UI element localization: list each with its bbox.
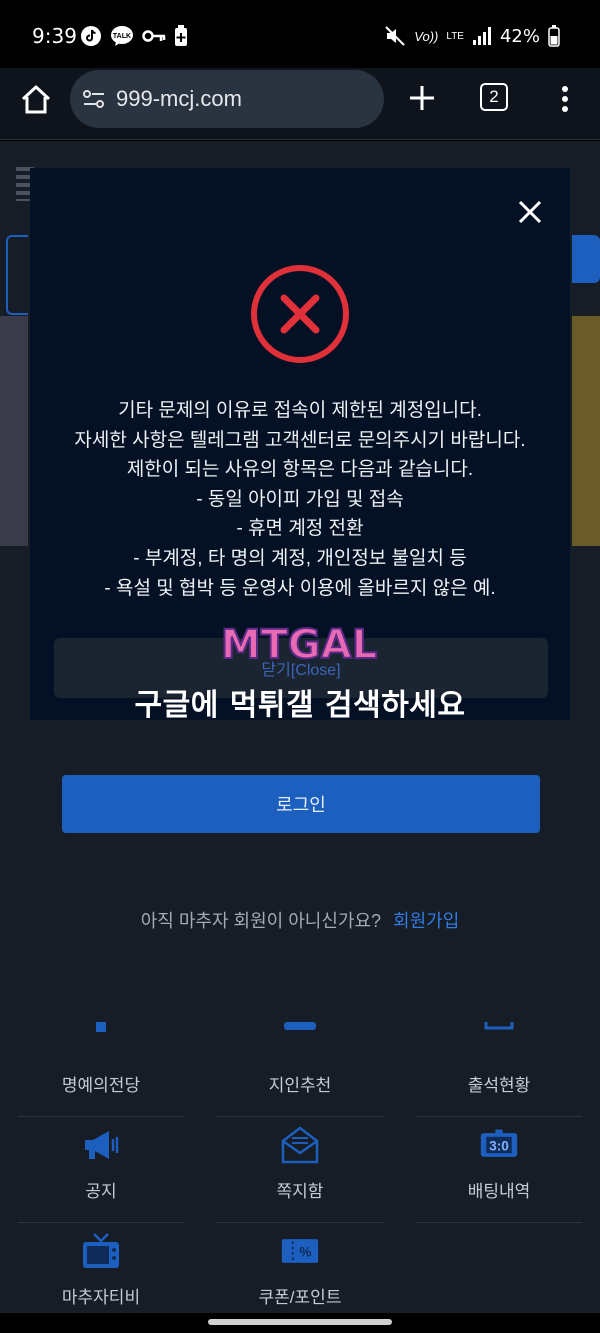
- lte-icon: LTE: [446, 30, 464, 42]
- status-right-icons: Vo)) LTE 42%: [384, 24, 560, 48]
- battery-percent: 42%: [499, 25, 540, 47]
- home-gesture-handle[interactable]: [208, 1319, 392, 1325]
- message-line: 제한이 되는 사유의 항목은 다음과 같습니다.: [126, 459, 474, 481]
- scoreboard-icon: 3:0: [479, 1125, 519, 1165]
- menu-item-messages[interactable]: 쪽지함: [217, 1117, 383, 1223]
- menu-item-notice[interactable]: 공지: [18, 1117, 184, 1223]
- menu-item-betting-history[interactable]: 3:0 배팅내역: [416, 1117, 582, 1223]
- message-line: 기타 문제의 이유로 접속이 제한된 계정입니다.: [118, 400, 482, 421]
- menu-item-label: 명예의전당: [61, 1076, 141, 1095]
- key-icon: [142, 24, 166, 48]
- signup-row: 아직 마추자 회원이 아니신가요? 회원가입: [0, 907, 600, 933]
- message-line: - 부계정, 타 명의 계정, 개인정보 불일치 등: [133, 547, 467, 569]
- modal-message: 기타 문제의 이유로 접속이 제한된 계정입니다. 자세한 사항은 텔레그램 고…: [30, 396, 570, 603]
- status-time: 9:39: [32, 24, 77, 48]
- signal-icon: [472, 24, 492, 48]
- coupon-text: %: [299, 1244, 311, 1259]
- menu-item-attendance[interactable]: 출석현황: [416, 1011, 582, 1117]
- tv-icon: [81, 1231, 121, 1271]
- menu-item-label: 마추자티비: [61, 1288, 141, 1307]
- menu-item-label: 배팅내역: [467, 1182, 531, 1201]
- message-line: - 동일 아이피 가입 및 접속: [196, 488, 404, 510]
- signup-prompt: 아직 마추자 회원이 아니신가요?: [140, 911, 382, 931]
- home-button[interactable]: [18, 82, 54, 118]
- home-icon: [21, 85, 51, 114]
- recommend-icon: [280, 1019, 320, 1059]
- battery-plus-icon: [174, 24, 188, 48]
- talk-icon: TALK: [110, 24, 134, 48]
- menu-item-label: 지인추천: [268, 1076, 332, 1095]
- more-vert-icon: [562, 86, 568, 112]
- plus-icon: [410, 86, 434, 110]
- url-text[interactable]: 999-mcj.com: [116, 86, 242, 112]
- menu-item-hall-of-fame[interactable]: 명예의전당: [18, 1011, 184, 1117]
- message-line: - 휴면 계정 전환: [236, 518, 364, 540]
- mute-icon: [384, 24, 406, 48]
- menu-item-label: 공지: [85, 1182, 117, 1201]
- address-bar[interactable]: 999-mcj.com: [70, 70, 384, 128]
- login-button[interactable]: 로그인: [62, 775, 540, 833]
- new-tab-button[interactable]: [404, 80, 440, 116]
- menu-item-referral[interactable]: 지인추천: [217, 1011, 383, 1117]
- close-icon: [518, 200, 542, 224]
- navigation-bar: [0, 1313, 600, 1333]
- browser-toolbar: 999-mcj.com 2: [0, 68, 600, 140]
- signup-link[interactable]: 회원가입: [393, 911, 459, 931]
- attendance-icon: [479, 1019, 519, 1059]
- mail-icon: [280, 1125, 320, 1165]
- site-settings-icon[interactable]: [82, 89, 106, 109]
- trophy-icon: [81, 1019, 121, 1059]
- megaphone-icon: [81, 1125, 121, 1165]
- coupon-icon: %: [280, 1231, 320, 1271]
- volte-icon: Vo)): [414, 28, 439, 44]
- watermark-caption: 구글에 먹튀갤 검색하세요: [134, 688, 466, 723]
- message-line: - 욕설 및 협박 등 운영사 이용에 올바르지 않은 예.: [104, 577, 496, 599]
- svg-text:MTGAL: MTGAL: [221, 622, 377, 668]
- scoreboard-text: 3:0: [489, 1138, 509, 1153]
- battery-icon: [548, 24, 560, 48]
- menu-item-label: 쪽지함: [276, 1182, 324, 1201]
- status-bar: 9:39 TALK Vo)) LTE 42%: [0, 0, 600, 68]
- background-tab-right: [572, 235, 600, 283]
- menu-item-label: 출석현황: [467, 1076, 531, 1095]
- tab-count: 2: [489, 87, 499, 106]
- message-line: 자세한 사항은 텔레그램 고객센터로 문의주시기 바랍니다.: [74, 429, 526, 451]
- tiktok-icon: [80, 24, 102, 48]
- watermark-logo: MTGAL: [196, 620, 402, 669]
- tab-switcher-button[interactable]: 2: [480, 83, 508, 111]
- menu-row: 명예의전당 지인추천 출석현황: [18, 1011, 582, 1117]
- banner-image-left: [0, 316, 28, 546]
- menu-row: 공지 쪽지함 3:0 배팅내역: [18, 1117, 582, 1223]
- browser-menu-button[interactable]: [554, 82, 576, 116]
- svg-text:TALK: TALK: [113, 33, 131, 40]
- status-left-icons: TALK: [80, 24, 188, 48]
- menu-item-label: 쿠폰/포인트: [258, 1288, 342, 1307]
- banner-image-right: [572, 316, 600, 546]
- background-tab-left: [6, 235, 28, 315]
- error-icon: [250, 264, 350, 364]
- modal-close-button[interactable]: [516, 198, 544, 226]
